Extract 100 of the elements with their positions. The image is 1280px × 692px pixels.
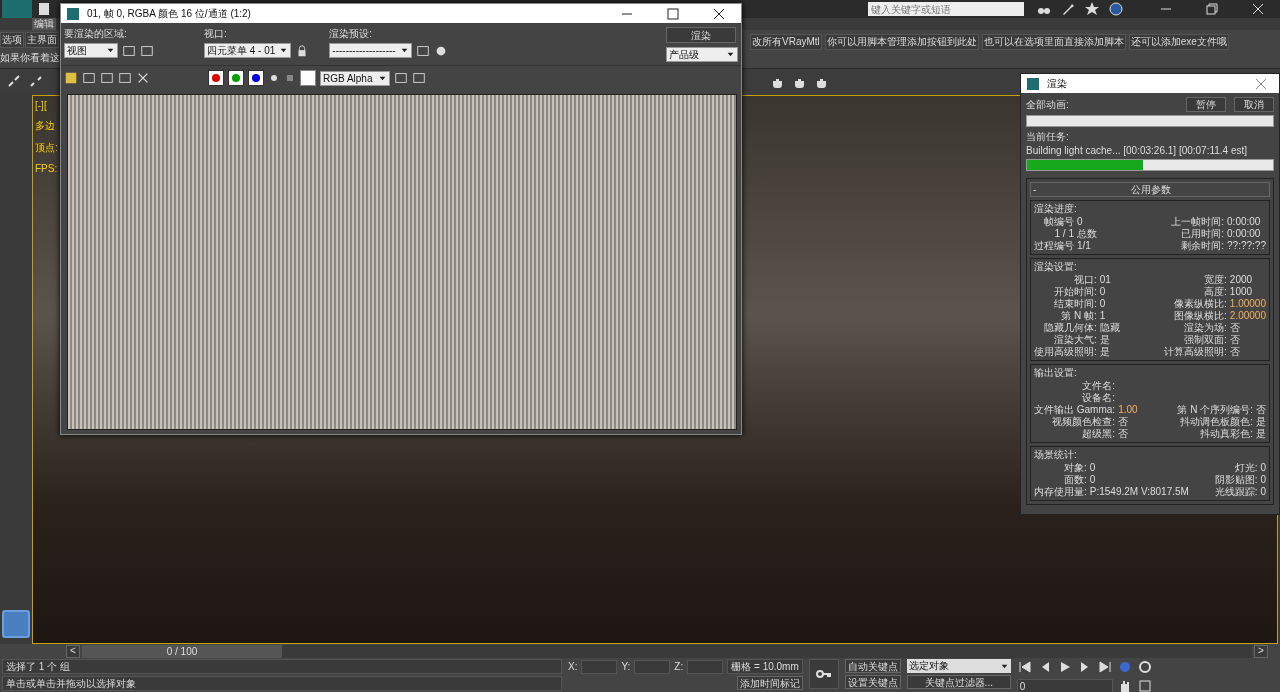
frame-field[interactable]: 0	[1016, 679, 1113, 692]
param-value: 0	[1099, 298, 1107, 310]
viewport-dropdown[interactable]: 四元菜单 4 - 01	[204, 43, 292, 58]
param-value: 是	[1256, 428, 1266, 440]
param-value: 总数	[1077, 228, 1097, 240]
go-end-icon[interactable]	[1096, 659, 1113, 675]
display-dropdown[interactable]: RGB Alpha	[320, 70, 390, 86]
script-button[interactable]: 改所有VRayMtl	[750, 34, 822, 50]
param-label: 视频颜色检查:	[1051, 416, 1116, 428]
channel-button[interactable]	[248, 70, 264, 86]
channel-button[interactable]	[228, 70, 244, 86]
param-label: 渲染为场:	[1184, 322, 1227, 334]
param-value: 1.00000	[1229, 298, 1266, 310]
script-button[interactable]: 选项	[0, 32, 24, 48]
param-label: 对象:	[1063, 462, 1087, 474]
viewport-label[interactable]: [-][	[35, 100, 58, 111]
group-title: 场景统计:	[1034, 448, 1078, 462]
auto-key-button[interactable]: 自动关键点	[844, 659, 901, 673]
render-button[interactable]: 渲染	[666, 27, 736, 43]
field-label: 要渲染的区域:	[64, 27, 128, 41]
preset-dropdown[interactable]: -------------------	[329, 43, 412, 58]
param-value: 0	[1089, 474, 1097, 486]
param-label: 隐藏几何体:	[1043, 322, 1097, 334]
quality-dropdown[interactable]: 产品级	[666, 47, 738, 62]
param-label: 阴影贴图:	[1214, 474, 1258, 486]
group-title: 渲染进度:	[1034, 202, 1078, 216]
window-title: 01, 帧 0, RGBA 颜色 16 位/通道 (1:2)	[87, 6, 252, 21]
param-value: 1/1	[1077, 240, 1092, 252]
search-field[interactable]: 键入关键字或短语	[868, 2, 1024, 16]
caret-icon	[399, 46, 409, 55]
pause-button[interactable]: 暂停	[1186, 97, 1226, 112]
all-animation-label: 全部动画:	[1026, 98, 1069, 112]
param-label: 第 N 个序列编号:	[1177, 404, 1253, 416]
param-value: 否	[1256, 404, 1266, 416]
param-value: 01	[1099, 274, 1112, 286]
channel-button[interactable]	[208, 70, 224, 86]
param-value: 0:00:00	[1227, 228, 1262, 240]
close-icon[interactable]	[1250, 1, 1266, 17]
param-value: ??:??:??	[1227, 240, 1266, 252]
param-label: 帧编号	[1043, 216, 1074, 228]
key-button[interactable]	[808, 659, 839, 689]
time-slider[interactable]: 0 / 100	[82, 644, 1252, 658]
add-time-tag-button[interactable]: 添加时间标记	[736, 676, 803, 690]
script-button[interactable]: 也可以在选项里面直接添加脚本	[981, 34, 1126, 50]
grid-size: 栅格 = 10.0mm	[727, 659, 803, 674]
param-value: 1.00	[1118, 404, 1138, 416]
key-filters-button[interactable]: 关键点过滤器...	[906, 675, 1011, 689]
param-label: 抖动调色板颜色:	[1180, 416, 1253, 428]
coord-field[interactable]	[581, 659, 618, 674]
caret-icon	[106, 46, 115, 55]
param-label: 使用高级照明:	[1034, 346, 1097, 358]
param-label: 高度:	[1204, 286, 1227, 298]
caret-icon	[726, 50, 735, 59]
save-icon[interactable]	[64, 71, 78, 85]
maximize-icon[interactable]	[1136, 678, 1153, 692]
time-slider-thumb[interactable]: 0 / 100	[82, 644, 282, 658]
param-label: 内存使用量:	[1034, 486, 1087, 498]
area-dropdown[interactable]: 视图	[64, 43, 118, 58]
dialog-title: 渲染	[1047, 76, 1068, 91]
clear-icon[interactable]	[136, 71, 150, 85]
param-label: 结束时间:	[1053, 298, 1097, 310]
menu-item[interactable]: 编辑	[32, 18, 56, 30]
param-label: 像素纵横比:	[1174, 298, 1227, 310]
param-label: 文件名:	[1081, 380, 1116, 392]
script-button[interactable]: 主界面	[25, 32, 59, 48]
param-value: 1000	[1229, 286, 1254, 298]
selection-status: 选择了 1 个 组	[2, 659, 562, 674]
coord-field[interactable]	[634, 659, 671, 674]
coord-label: Z:	[674, 661, 684, 672]
previous-button[interactable]: <	[66, 644, 80, 658]
new-file-icon[interactable]	[36, 1, 52, 17]
color-swatch[interactable]	[300, 70, 316, 86]
key-target-dropdown[interactable]: 选定对象	[906, 659, 1011, 673]
viewport-stat: 顶点:	[35, 141, 58, 155]
star-icon[interactable]	[1084, 1, 1100, 17]
param-value: P:1549.2M V:8017.5M	[1089, 486, 1189, 498]
restore-icon[interactable]	[1204, 1, 1220, 17]
param-value: 隐藏	[1099, 322, 1120, 334]
param-value: 0:00:00	[1227, 216, 1262, 228]
param-value: 0	[1077, 216, 1084, 228]
viewport-stat: FPS:	[35, 163, 58, 174]
coord-field[interactable]	[687, 659, 724, 674]
cancel-button[interactable]: 取消	[1234, 97, 1274, 112]
viewport-stat: 多边	[35, 119, 56, 133]
script-button[interactable]: 还可以添加exe文件哦	[1128, 34, 1229, 50]
param-label: 视口:	[1073, 274, 1097, 286]
go-start-icon[interactable]	[1016, 659, 1033, 675]
param-label: 灯光:	[1234, 462, 1258, 474]
rollout-header[interactable]: - 公用参数	[1030, 182, 1270, 197]
param-value: 1	[1099, 310, 1107, 322]
param-label: 第 N 帧:	[1060, 310, 1097, 322]
maximize-icon[interactable]	[665, 5, 681, 22]
param-value: 否	[1229, 346, 1241, 358]
field-label: 渲染预设:	[329, 27, 374, 41]
param-value: 否	[1118, 428, 1130, 440]
next-button[interactable]: >	[1254, 644, 1268, 658]
script-note: 如果你看着这	[0, 51, 60, 65]
script-button[interactable]: 你可以用脚本管理添加按钮到此处	[824, 34, 979, 50]
set-key-button[interactable]: 设置关键点	[844, 675, 901, 689]
param-label: 抖动真彩色:	[1200, 428, 1253, 440]
